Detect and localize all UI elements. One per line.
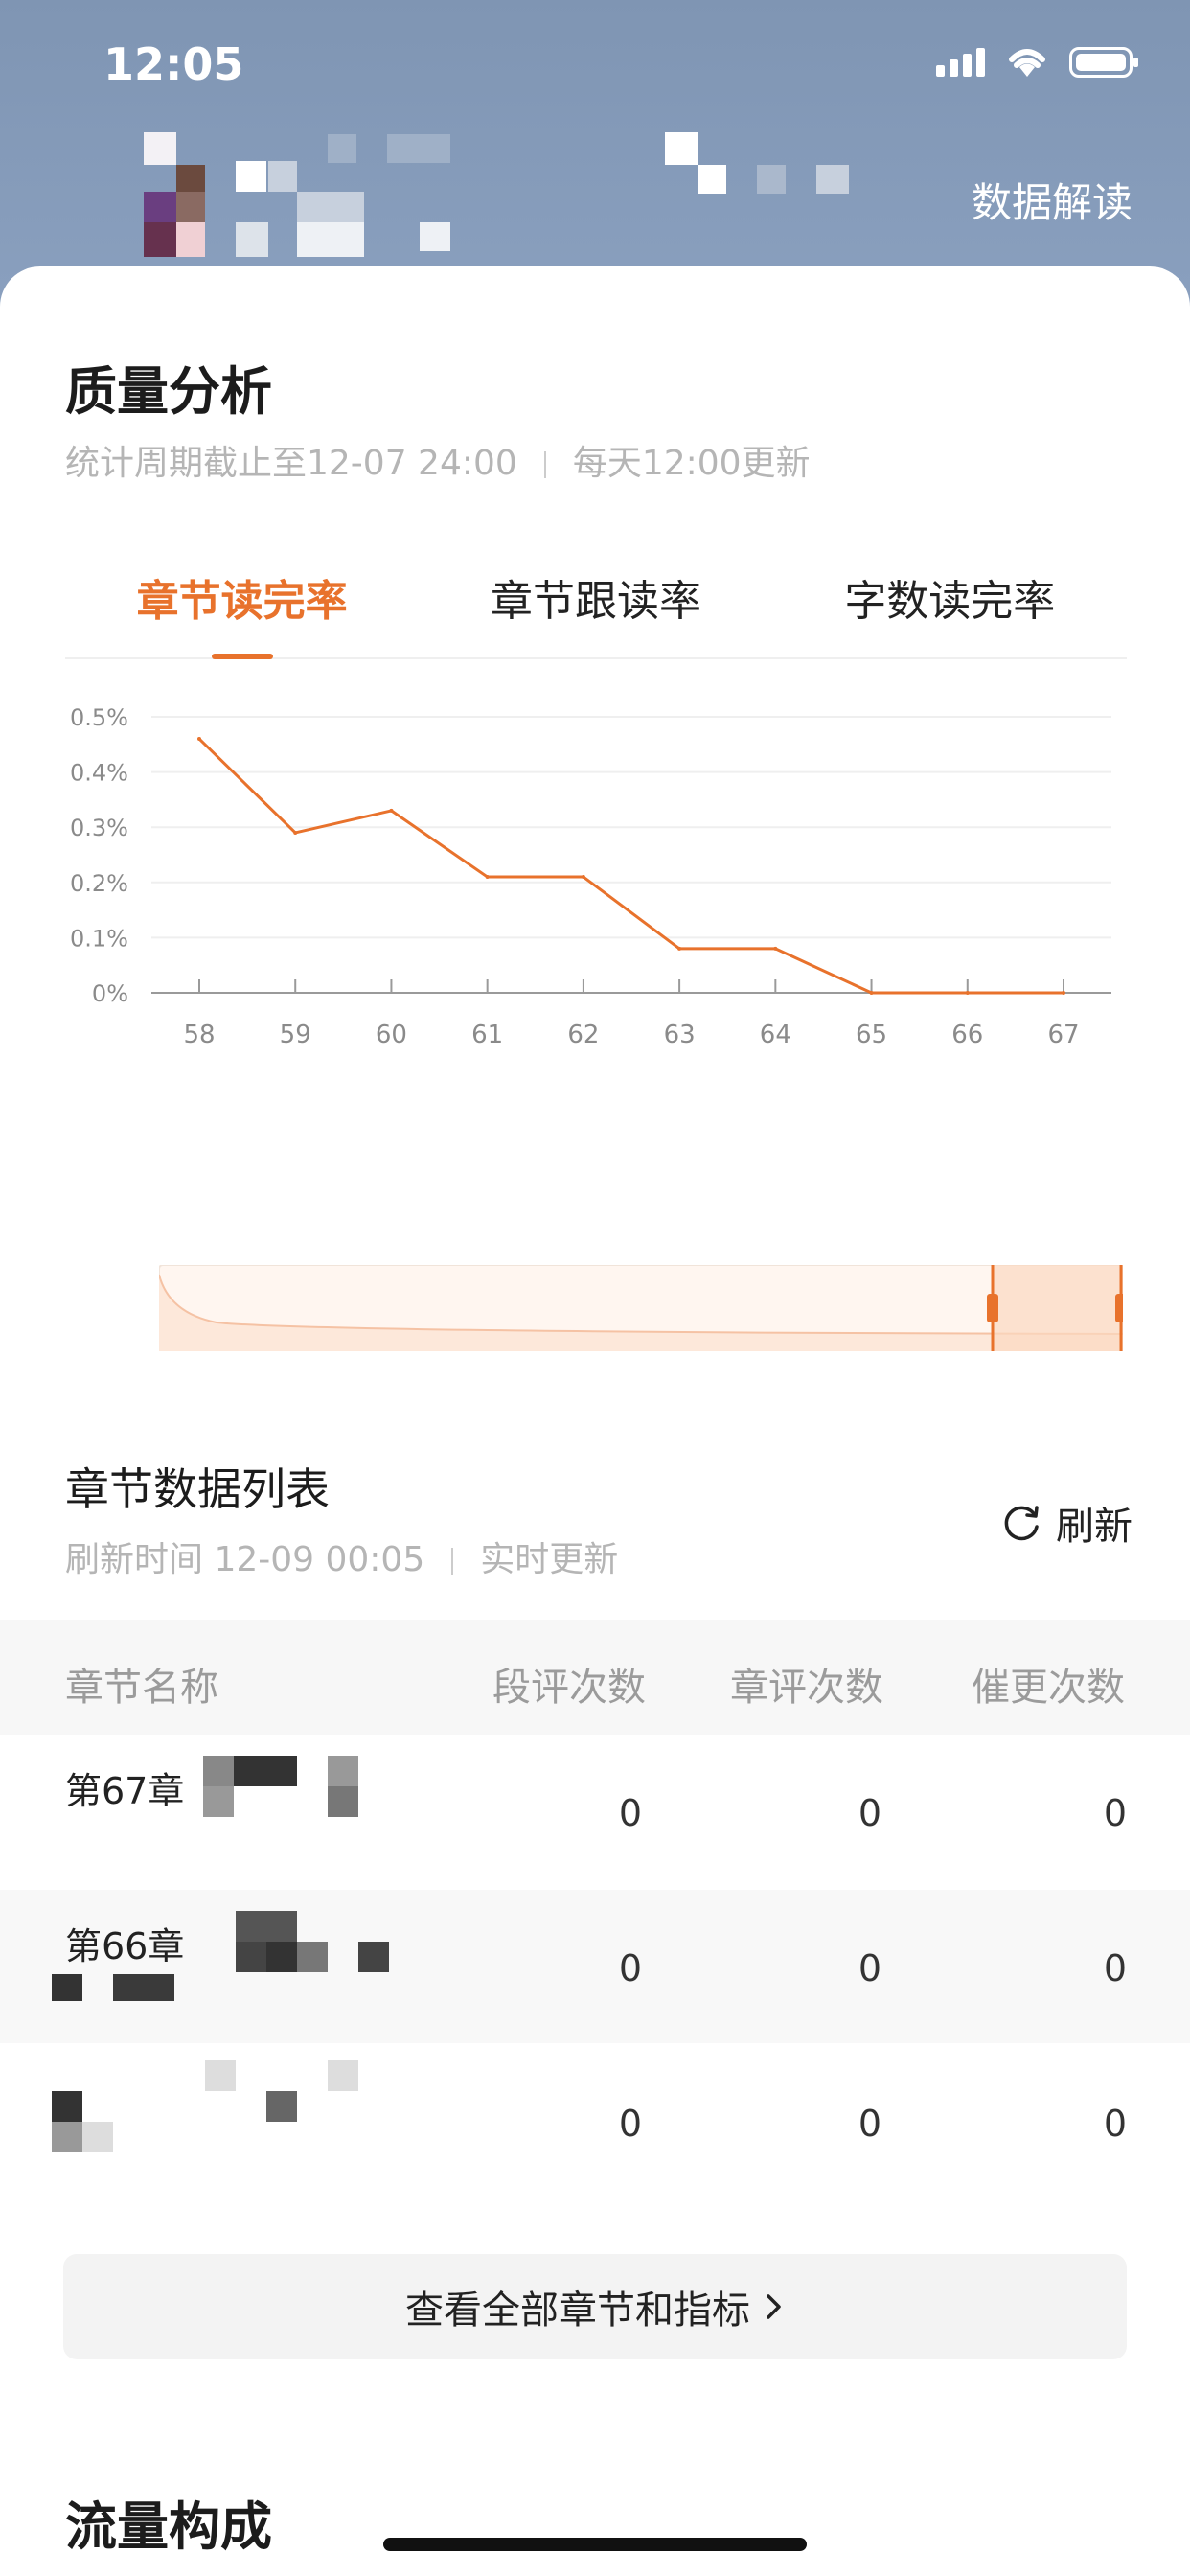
traffic-composition-title: 流量构成 [65, 2496, 272, 2557]
y-tick-label: 0% [92, 980, 128, 1007]
paragraph-comment-count: 0 [618, 1947, 642, 1990]
x-tick-label: 67 [1047, 1021, 1079, 1049]
chapter-name: 第66章 [65, 1925, 185, 1967]
x-tick-label: 65 [856, 1021, 887, 1049]
y-tick-label: 0.2% [70, 870, 128, 897]
chapter-list-title: 章节数据列表 [65, 1463, 330, 1515]
refresh-label: 刷新 [1056, 1505, 1133, 1549]
data-interpretation-link[interactable]: 数据解读 [972, 171, 1133, 229]
data-point [677, 946, 682, 951]
chapter-comment-count: 0 [858, 1947, 881, 1990]
battery-icon [1069, 47, 1138, 78]
home-indicator[interactable] [383, 2538, 807, 2551]
content-card: 质量分析 统计周期截止至12-07 24:00 每天12:00更新 章节读完率 章… [0, 266, 1190, 2576]
update-note: 每天12:00更新 [572, 444, 811, 483]
tab-word-completion[interactable]: 字数读完率 [773, 564, 1127, 657]
table-row[interactable]: 第66章 0 0 0 [0, 1890, 1190, 2043]
series-line [197, 737, 1064, 995]
chart-zoom-slider[interactable] [159, 1265, 1123, 1351]
stat-period: 统计周期截止至12-07 24:00 [65, 444, 517, 483]
x-tick-label: 63 [664, 1021, 696, 1049]
chapter-comment-count: 0 [858, 2103, 881, 2145]
y-tick-label: 0.3% [70, 815, 128, 841]
chapter-comment-count: 0 [858, 1792, 881, 1834]
wifi-icon [1009, 49, 1045, 77]
y-tick-label: 0.4% [70, 760, 128, 787]
quality-analysis-title: 质量分析 [65, 361, 272, 422]
data-point [485, 875, 490, 880]
status-icons [936, 46, 1138, 79]
y-tick-label: 0.5% [70, 704, 128, 731]
cellular-signal-icon [936, 48, 985, 77]
chapter-name: 第67章 [65, 1770, 185, 1812]
col-paragraph-comments: 段评次数 [492, 1666, 646, 1710]
data-point [389, 808, 394, 813]
data-point [1062, 991, 1065, 995]
col-update-requests: 催更次数 [972, 1666, 1125, 1710]
chevron-right-icon [767, 2294, 781, 2319]
data-point [197, 737, 201, 742]
view-all-chapters-button[interactable]: 查看全部章节和指标 [63, 2254, 1127, 2359]
realtime-note: 实时更新 [480, 1540, 619, 1579]
paragraph-comment-count: 0 [618, 2103, 642, 2145]
y-tick-label: 0.1% [70, 925, 128, 952]
col-chapter-comments: 章评次数 [730, 1666, 883, 1710]
status-time: 12:05 [103, 38, 244, 90]
tab-chapter-follow[interactable]: 章节跟读率 [419, 564, 772, 657]
divider [451, 1548, 454, 1575]
quality-subtitle: 统计周期截止至12-07 24:00 每天12:00更新 [65, 435, 811, 485]
data-point [869, 991, 874, 995]
update-request-count: 0 [1103, 2103, 1127, 2145]
quality-tabs: 章节读完率 章节跟读率 字数读完率 [65, 564, 1127, 659]
x-tick-label: 64 [760, 1021, 791, 1049]
paragraph-comment-count: 0 [618, 1792, 642, 1834]
zoom-right-handle [1115, 1294, 1123, 1322]
tab-chapter-completion[interactable]: 章节读完率 [65, 564, 419, 657]
x-tick-label: 58 [183, 1021, 215, 1049]
x-tick-label: 60 [376, 1021, 407, 1049]
update-request-count: 0 [1103, 1947, 1127, 1990]
data-point [965, 991, 970, 995]
col-chapter-name: 章节名称 [65, 1666, 218, 1710]
table-row[interactable]: 0 0 0 [0, 2045, 1190, 2198]
view-all-label: 查看全部章节和指标 [405, 2288, 750, 2333]
refresh-icon [1004, 1506, 1039, 1541]
table-header: 章节名称 段评次数 章评次数 催更次数 [0, 1620, 1190, 1735]
chapter-list-subtitle: 刷新时间 12-09 00:05 实时更新 [65, 1531, 618, 1581]
refresh-button[interactable]: 刷新 [1000, 1495, 1133, 1551]
x-tick-label: 62 [567, 1021, 599, 1049]
refresh-time: 刷新时间 12-09 00:05 [65, 1540, 425, 1579]
data-point [581, 875, 585, 880]
completion-line-chart: 0% 0.1% 0.2% 0.3% 0.4% 0.5% 58 59 60 61 62 63 64 65 66… [70, 704, 1111, 1049]
update-request-count: 0 [1103, 1792, 1127, 1834]
x-tick-label: 61 [471, 1021, 503, 1049]
data-point [293, 830, 298, 835]
x-tick-label: 66 [951, 1021, 983, 1049]
zoom-left-handle [987, 1294, 998, 1322]
zoom-selection [993, 1265, 1123, 1351]
x-tick-label: 59 [280, 1021, 311, 1049]
table-row[interactable]: 第67章 0 0 0 [0, 1735, 1190, 1888]
data-point [773, 946, 778, 951]
divider [543, 451, 546, 478]
